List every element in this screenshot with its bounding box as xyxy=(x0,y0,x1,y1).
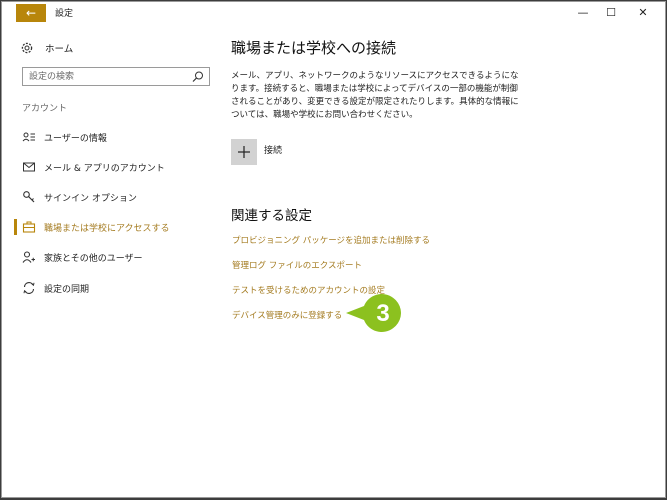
sidebar-item-access-work-school[interactable]: 職場または学校にアクセスする xyxy=(2,216,220,238)
sidebar-item-label: メール & アプリのアカウント xyxy=(44,164,165,174)
sidebar-item-sign-in-options[interactable]: サインイン オプション xyxy=(2,186,220,208)
plus-icon xyxy=(238,146,250,158)
sidebar-item-label: 家族とその他のユーザー xyxy=(44,254,143,264)
home-nav-item[interactable]: ホーム xyxy=(20,40,73,56)
gear-icon xyxy=(21,42,33,54)
accounts-section-label: アカウント xyxy=(22,104,68,114)
page-title: 職場または学校への接続 xyxy=(231,39,397,57)
mail-icon xyxy=(23,162,35,172)
step-3-callout: 3 xyxy=(346,294,401,332)
title-bar: ← 設定 — ☐ ✕ xyxy=(2,2,665,24)
settings-window: ← 設定 — ☐ ✕ ホーム アカウント xyxy=(1,1,666,498)
key-icon xyxy=(23,191,35,203)
briefcase-icon xyxy=(22,221,36,233)
callout-number: 3 xyxy=(376,300,389,327)
link-enroll-device-management[interactable]: デバイス管理のみに登録する xyxy=(232,309,342,321)
sidebar-item-label: 設定の同期 xyxy=(44,285,90,295)
description-text: メール、アプリ、ネットワークのようなリソースにアクセスできるようになります。接続… xyxy=(231,71,519,120)
add-person-icon xyxy=(22,251,35,263)
minimize-button[interactable]: — xyxy=(568,4,598,22)
sidebar-item-label: ユーザーの情報 xyxy=(44,134,107,144)
connect-tile xyxy=(231,139,257,165)
link-export-management-logs[interactable]: 管理ログ ファイルのエクスポート xyxy=(232,259,362,271)
link-provisioning-package[interactable]: プロビジョニング パッケージを追加または削除する xyxy=(232,234,430,246)
sidebar-item-sync-settings[interactable]: 設定の同期 xyxy=(2,277,220,299)
search-input[interactable] xyxy=(29,70,189,84)
search-icon xyxy=(192,71,203,82)
sidebar-item-family-other-users[interactable]: 家族とその他のユーザー xyxy=(2,246,220,268)
maximize-button[interactable]: ☐ xyxy=(596,4,626,22)
window-title: 設定 xyxy=(55,9,74,19)
sync-icon xyxy=(23,282,35,294)
sidebar-item-label: 職場または学校にアクセスする xyxy=(44,224,170,234)
home-label: ホーム xyxy=(45,44,74,55)
back-button[interactable]: ← xyxy=(16,4,46,22)
user-info-icon xyxy=(22,132,35,142)
sidebar-item-your-info[interactable]: ユーザーの情報 xyxy=(2,126,220,148)
sidebar-item-email-accounts[interactable]: メール & アプリのアカウント xyxy=(2,156,220,178)
sidebar-item-label: サインイン オプション xyxy=(44,194,137,204)
active-indicator xyxy=(14,219,17,235)
related-settings-title: 関連する設定 xyxy=(231,208,312,224)
connect-label: 接続 xyxy=(264,146,283,156)
search-box[interactable] xyxy=(22,67,210,86)
close-button[interactable]: ✕ xyxy=(628,4,658,22)
sidebar: ホーム アカウント ユーザーの情報 メー xyxy=(2,24,220,497)
main-content: 職場または学校への接続 メール、アプリ、ネットワークのようなリソースにアクセスで… xyxy=(231,24,665,497)
